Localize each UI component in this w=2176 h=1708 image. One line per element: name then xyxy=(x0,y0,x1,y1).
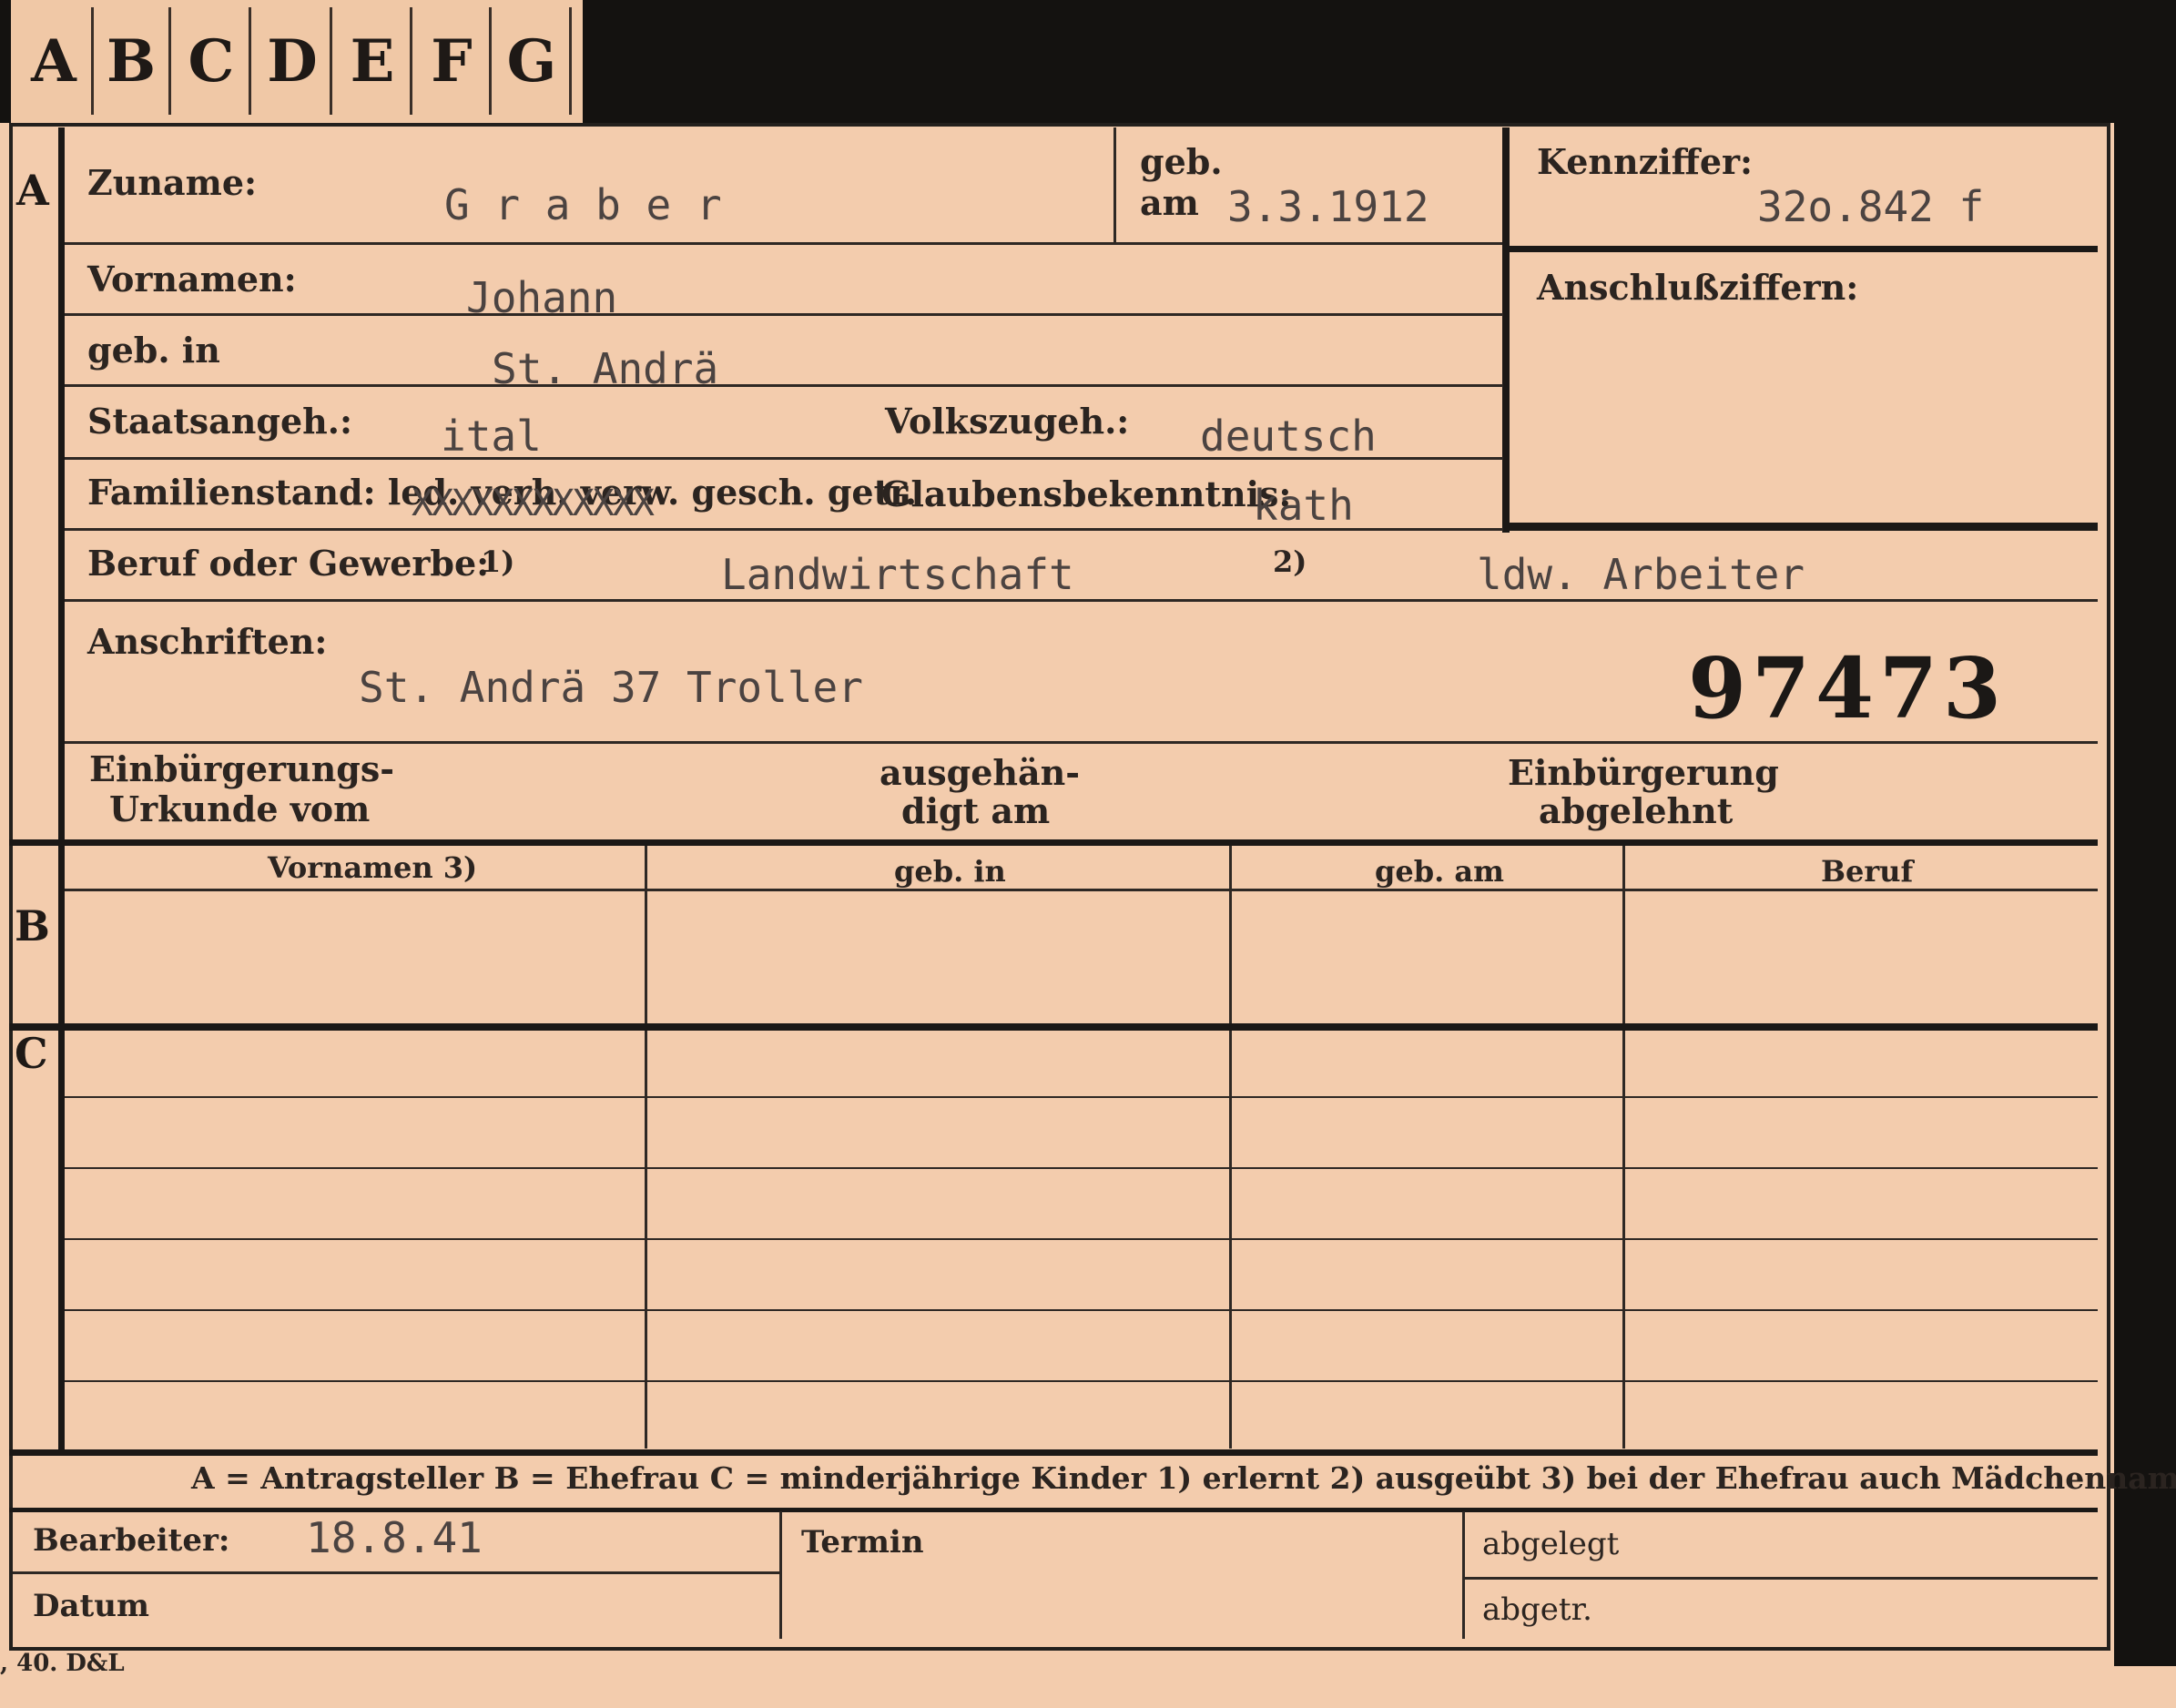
staatsangeh-label: Staatsangeh.: xyxy=(87,401,353,442)
tab-c[interactable]: C xyxy=(174,7,251,115)
abgetr-label: abgetr. xyxy=(1482,1591,1592,1628)
ausgehaendigt-line1: ausgehän- xyxy=(880,752,1081,793)
table-col-1 xyxy=(645,846,647,1449)
geb-label: geb. xyxy=(1140,141,1223,182)
footer-rule-left xyxy=(13,1571,779,1574)
stamp-number: 97473 xyxy=(1688,639,2008,737)
right-dark-strip xyxy=(2114,118,2176,1666)
top-dark-band xyxy=(583,0,2176,123)
kennziffer-value: 32o.842 f xyxy=(1757,182,1985,231)
zuname-label: Zuname: xyxy=(87,162,258,203)
card-frame xyxy=(9,123,2110,1651)
rule-section-a-bottom xyxy=(9,839,2098,846)
rule-zuname xyxy=(65,242,1503,245)
vornamen-label: Vornamen: xyxy=(87,259,297,300)
tab-g[interactable]: G xyxy=(494,7,572,115)
ausgehaendigt-line2: digt am xyxy=(901,790,1051,831)
printer-mark: , 40. D&L xyxy=(0,1650,125,1677)
beruf-value-1: Landwirtschaft xyxy=(721,550,1074,599)
rule-legend-bottom xyxy=(9,1508,2098,1512)
row-rule-c1 xyxy=(65,1096,2098,1098)
anschriften-label: Anschriften: xyxy=(87,621,328,662)
zuname-value: G r a b e r xyxy=(444,180,722,229)
rule-anschriften xyxy=(65,741,2098,744)
table-header-geb-am: geb. am xyxy=(1375,854,1504,889)
section-c-label: C xyxy=(15,1029,48,1078)
footer-col-2 xyxy=(1462,1511,1465,1639)
beruf-note-1: 1) xyxy=(481,544,515,579)
rule-beruf xyxy=(65,599,2098,602)
tab-a[interactable]: A xyxy=(16,7,94,115)
glaubensbekenntnis-label: Glaubensbekenntnis: xyxy=(881,473,1292,514)
rule-section-b-bottom xyxy=(9,1023,2098,1031)
row-rule-c4 xyxy=(65,1309,2098,1311)
geb-in-value: St. Andrä xyxy=(492,344,719,393)
legend-text: A = Antragsteller B = Ehefrau C = minder… xyxy=(191,1460,2176,1496)
rule-vornamen xyxy=(65,313,1503,316)
rule-geb-in xyxy=(65,384,1503,387)
tab-b[interactable]: B xyxy=(94,7,171,115)
beruf-note-2: 2) xyxy=(1273,544,1307,579)
row-rule-c5 xyxy=(65,1380,2098,1382)
familienstand-strikeout: XXXXXXXXXXXX xyxy=(412,483,655,524)
table-col-2 xyxy=(1229,846,1232,1449)
left-dark-strip xyxy=(0,0,11,123)
bearbeiter-value: 18.8.41 xyxy=(306,1513,483,1562)
staatsangeh-value: ital xyxy=(441,412,542,461)
geb-in-label: geb. in xyxy=(87,330,220,371)
beruf-label: Beruf oder Gewerbe: xyxy=(87,543,490,584)
abgelegt-label: abgelegt xyxy=(1482,1526,1620,1562)
einbuergerung-abgelehnt-line1: Einbürgerung xyxy=(1508,752,1779,793)
einbuergerung-urkunde-line1: Einbürgerungs- xyxy=(89,748,395,789)
footer-rule-right xyxy=(1462,1577,2098,1580)
section-b-label: B xyxy=(15,901,50,951)
geb-date-value: 3.3.1912 xyxy=(1227,182,1429,231)
section-a-label: A xyxy=(16,166,49,215)
table-header-rule xyxy=(65,889,2098,891)
row-rule-c3 xyxy=(65,1238,2098,1240)
section-column-divider xyxy=(58,127,65,1450)
row-rule-c2 xyxy=(65,1167,2098,1169)
table-col-3 xyxy=(1622,846,1625,1449)
tab-d[interactable]: D xyxy=(255,7,332,115)
einbuergerung-urkunde-line2: Urkunde vom xyxy=(109,788,371,829)
table-header-geb-in: geb. in xyxy=(894,854,1006,889)
rule-kennziffer-divider xyxy=(1502,127,1510,533)
rule-geb-divider xyxy=(1113,127,1116,242)
beruf-value-2: ldw. Arbeiter xyxy=(1477,550,1805,599)
einbuergerung-abgelehnt-line2: abgelehnt xyxy=(1539,790,1734,831)
am-label: am xyxy=(1140,182,1199,223)
glaubensbekenntnis-value: kath xyxy=(1253,481,1354,530)
volkszugeh-value: deutsch xyxy=(1200,412,1377,461)
table-header-vornamen: Vornamen 3) xyxy=(268,850,478,885)
rule-kennziffer-bottom xyxy=(1510,246,2098,252)
bearbeiter-label: Bearbeiter: xyxy=(33,1522,230,1559)
tab-f[interactable]: F xyxy=(414,7,492,115)
anschriften-value: St. Andrä 37 Troller xyxy=(359,663,863,712)
anschlussziffern-label: Anschlußziffern: xyxy=(1537,267,1859,308)
table-header-beruf: Beruf xyxy=(1821,854,1914,889)
termin-label: Termin xyxy=(801,1524,924,1561)
rule-anschluss-bottom xyxy=(1510,523,2098,531)
vornamen-value: Johann xyxy=(466,273,618,322)
volkszugeh-label: Volkszugeh.: xyxy=(885,401,1130,442)
rule-section-c-bottom xyxy=(9,1449,2098,1456)
kennziffer-label: Kennziffer: xyxy=(1537,141,1754,182)
tab-e[interactable]: E xyxy=(335,7,412,115)
datum-label: Datum xyxy=(33,1588,149,1624)
footer-col-1 xyxy=(779,1511,782,1639)
